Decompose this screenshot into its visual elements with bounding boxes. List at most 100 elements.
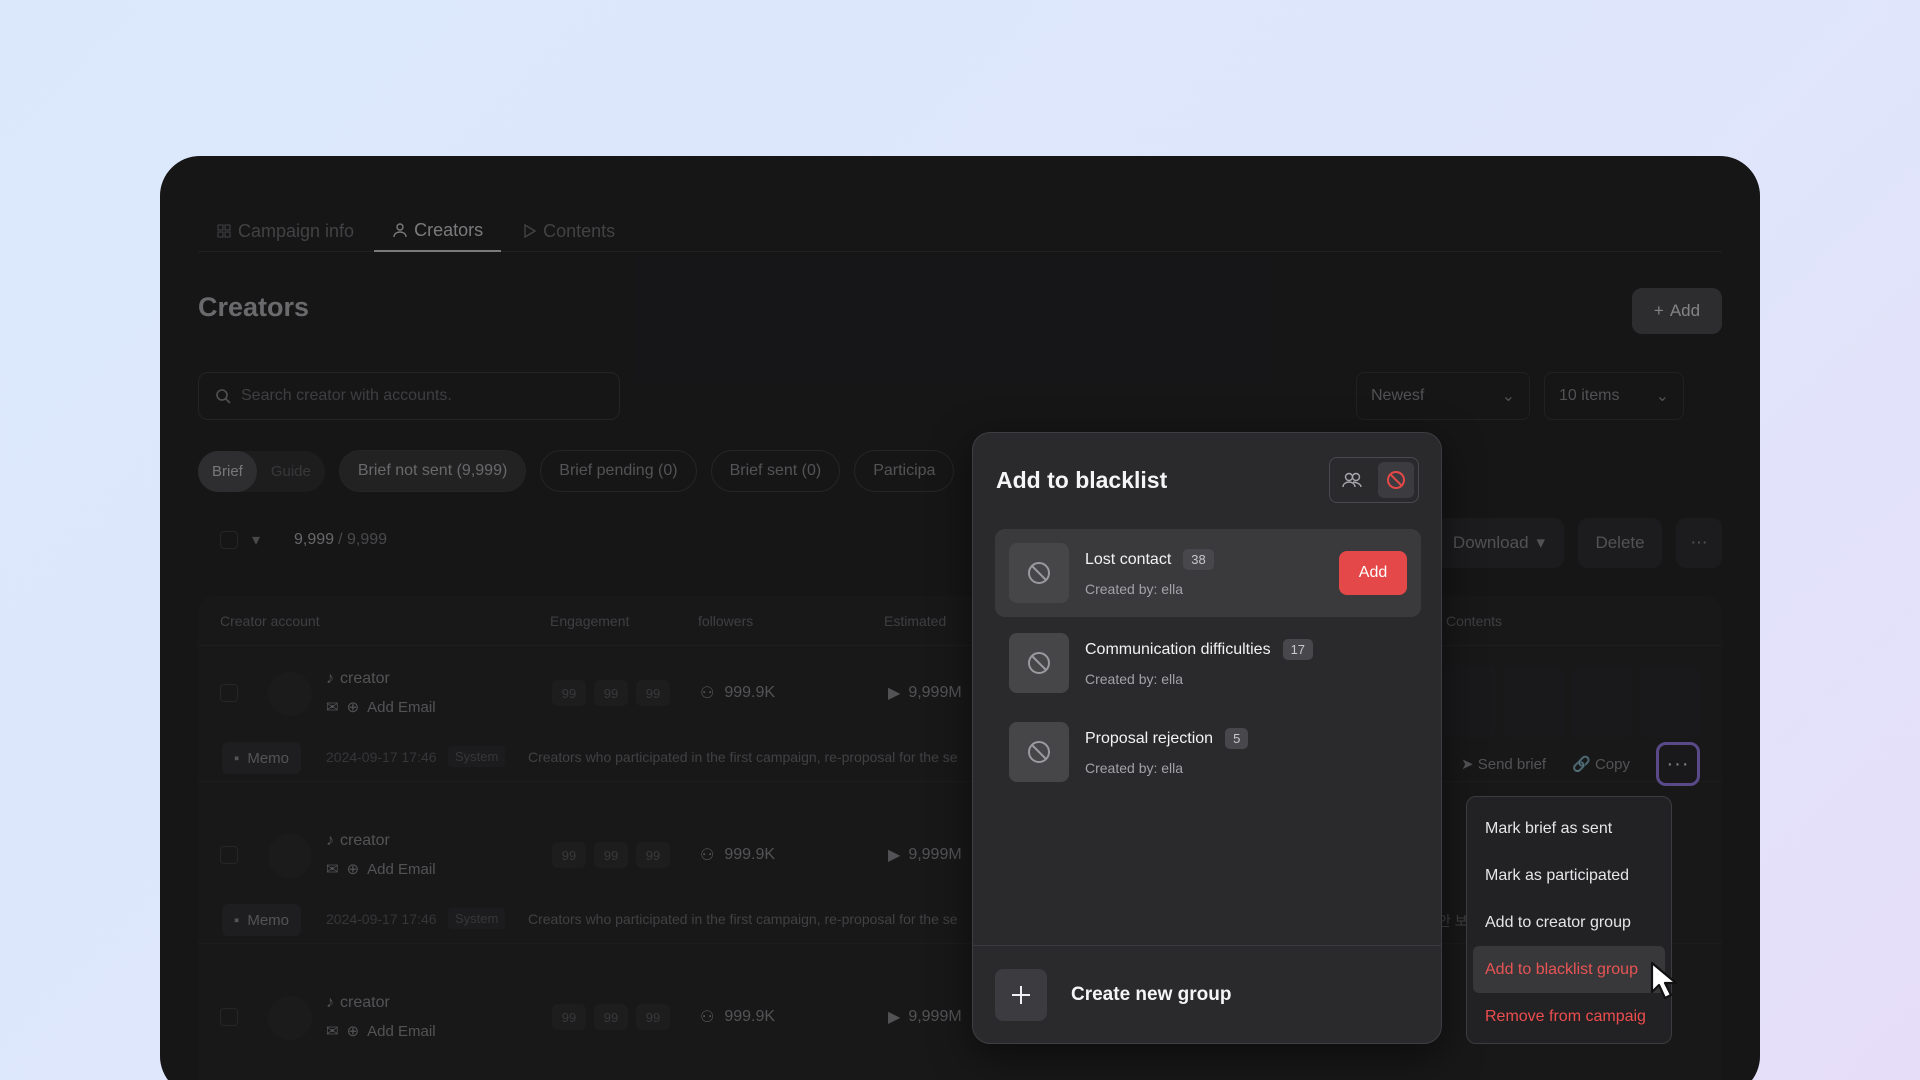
group-name-text: Proposal rejection (1085, 729, 1214, 747)
mouse-cursor-icon (1650, 961, 1678, 1000)
menu-item-mark-brief-sent[interactable]: Mark brief as sent (1473, 805, 1665, 852)
memo-date: 2024-09-17 17:46 (326, 911, 437, 927)
row-more-button[interactable]: ··· (1656, 742, 1700, 786)
blacklist-group-item[interactable]: Proposal rejection 5 Created by: ella (995, 708, 1421, 796)
copy-button[interactable]: 🔗 Copy (1572, 755, 1630, 773)
send-brief-label: Send brief (1477, 756, 1547, 773)
group-count-badge: 5 (1225, 728, 1249, 749)
group-name-text: Communication difficulties (1085, 640, 1271, 658)
blacklist-group-item[interactable]: Lost contact 38 Created by: ella Add (995, 529, 1421, 617)
content-thumbnail[interactable] (1436, 666, 1496, 738)
menu-item-add-creator-group[interactable]: Add to creator group (1473, 899, 1665, 946)
content-thumbnail[interactable] (1572, 666, 1632, 738)
page-size-select[interactable]: 10 items ⌄ (1544, 372, 1684, 420)
delete-button[interactable]: Delete (1578, 518, 1662, 568)
search-placeholder: Search creator with accounts. (241, 387, 452, 404)
engagement-chip: 99 (552, 842, 586, 868)
content-thumbnail[interactable] (1640, 666, 1700, 738)
tab-contents[interactable]: Contents (503, 210, 633, 252)
segment-guide[interactable]: Guide (257, 451, 325, 492)
select-all-checkbox[interactable] (220, 531, 238, 549)
memo-row: ▪ Memo 2024-09-17 17:46 System Creators w… (198, 734, 1722, 786)
more-actions-button[interactable]: ⋯ (1676, 518, 1722, 568)
content-thumbnail[interactable] (1504, 666, 1564, 738)
row-checkbox[interactable] (220, 684, 238, 702)
add-email-text: Add Email (367, 860, 436, 878)
send-brief-button[interactable]: ➤ Send brief (1461, 755, 1546, 773)
group-creator: Created by: ella (1085, 581, 1184, 597)
group-count-badge: 17 (1282, 639, 1314, 660)
memo-button[interactable]: ▪ Memo (222, 742, 302, 774)
segment-brief[interactable]: Brief (198, 450, 257, 492)
menu-item-remove-from-campaign[interactable]: Remove from campaig (1473, 993, 1665, 1040)
add-creator-button[interactable]: + Add (1632, 288, 1722, 334)
menu-item-mark-participated[interactable]: Mark as participated (1473, 852, 1665, 899)
memo-button[interactable]: ▪ Memo (222, 904, 302, 936)
creator-group-toggle[interactable] (1334, 462, 1370, 498)
engagement-chip: 99 (636, 1004, 670, 1030)
group-name: Communication difficulties 17 (1085, 639, 1314, 660)
selected-count: 9,999 (294, 531, 335, 548)
row-checkbox[interactable] (220, 846, 238, 864)
create-new-group-button[interactable]: Create new group (973, 945, 1441, 1043)
group-name: Proposal rejection 5 (1085, 728, 1249, 749)
ban-icon (1387, 471, 1405, 489)
followers-cell: ⚇ 999.9K (700, 845, 775, 865)
download-button[interactable]: Download ▾ (1434, 518, 1564, 568)
plus-circle-icon: ⊕ (346, 861, 360, 878)
engagement-chip: 99 (594, 680, 628, 706)
add-email-link[interactable]: ✉ ⊕ Add Email (326, 860, 436, 879)
filter-participated[interactable]: Participa (854, 450, 955, 492)
row-checkbox[interactable] (220, 1008, 238, 1026)
sort-select[interactable]: Newesf ⌄ (1356, 372, 1530, 420)
creator-name[interactable]: ♪ creator (326, 994, 390, 1012)
filter-brief-not-sent[interactable]: Brief not sent (9,999) (338, 450, 527, 492)
creator-name-text: creator (340, 832, 390, 849)
add-to-group-button[interactable]: Add (1339, 551, 1407, 595)
tab-campaign-info[interactable]: Campaign info (198, 210, 372, 252)
header-estimated: Estimated (884, 613, 947, 629)
tab-creators[interactable]: Creators (374, 210, 502, 252)
header-followers: followers (698, 613, 754, 629)
engagement-chip: 99 (552, 680, 586, 706)
page-title: Creators (198, 292, 310, 322)
ban-icon (1009, 722, 1069, 782)
selection-row: ▾ 9,999 / 9,999 (220, 530, 387, 550)
mail-icon: ✉ (326, 1023, 339, 1040)
send-icon: ➤ (1460, 756, 1478, 773)
blacklist-group-item[interactable]: Communication difficulties 17 Created by:… (995, 619, 1421, 707)
users-icon (1342, 472, 1362, 488)
tiktok-icon: ♪ (326, 994, 334, 1011)
header-engagement: Engagement (550, 613, 630, 629)
bulk-actions: Download ▾ Delete ⋯ (1434, 518, 1722, 568)
engagement-chips: 99 99 99 (552, 842, 670, 868)
blacklist-group-toggle[interactable] (1378, 462, 1414, 498)
ban-icon (1009, 633, 1069, 693)
memo-label: Memo (247, 911, 290, 929)
table-row[interactable]: ♪ creator ✉ ⊕ Add Email 99 99 99 ⚇ 999.9K ▶ 9,9… (198, 652, 1722, 738)
memo-label: Memo (247, 749, 290, 767)
menu-item-add-blacklist-group[interactable]: Add to blacklist group (1473, 946, 1665, 993)
caret-down-icon[interactable]: ▾ (252, 530, 260, 550)
estimated-cell: ▶ 9,999M (888, 683, 962, 703)
table-header: Creator account Engagement followers Est… (198, 596, 1722, 646)
followers-value: 999.9K (724, 846, 776, 863)
estimated-value: 9,999M (908, 684, 962, 701)
tab-label: Creators (414, 219, 484, 240)
followers-cell: ⚇ 999.9K (700, 1007, 775, 1027)
group-name: Lost contact 38 (1085, 549, 1214, 570)
search-input[interactable]: Search creator with accounts. (198, 372, 620, 420)
engagement-chip: 99 (594, 1004, 628, 1030)
add-email-link[interactable]: ✉ ⊕ Add Email (326, 1022, 436, 1041)
filter-brief-sent[interactable]: Brief sent (0) (710, 450, 841, 492)
creator-name[interactable]: ♪ creator (326, 832, 390, 850)
play-icon: ▶ (888, 685, 901, 702)
add-email-link[interactable]: ✉ ⊕ Add Email (326, 698, 436, 717)
group-creator: Created by: ella (1085, 671, 1184, 687)
group-count-badge: 38 (1183, 549, 1214, 570)
estimated-cell: ▶ 9,999M (888, 845, 962, 865)
filter-brief-pending[interactable]: Brief pending (0) (540, 450, 697, 492)
creator-name[interactable]: ♪ creator (326, 670, 390, 688)
more-icon: ⋯ (1690, 533, 1708, 552)
grid-icon (217, 224, 231, 238)
